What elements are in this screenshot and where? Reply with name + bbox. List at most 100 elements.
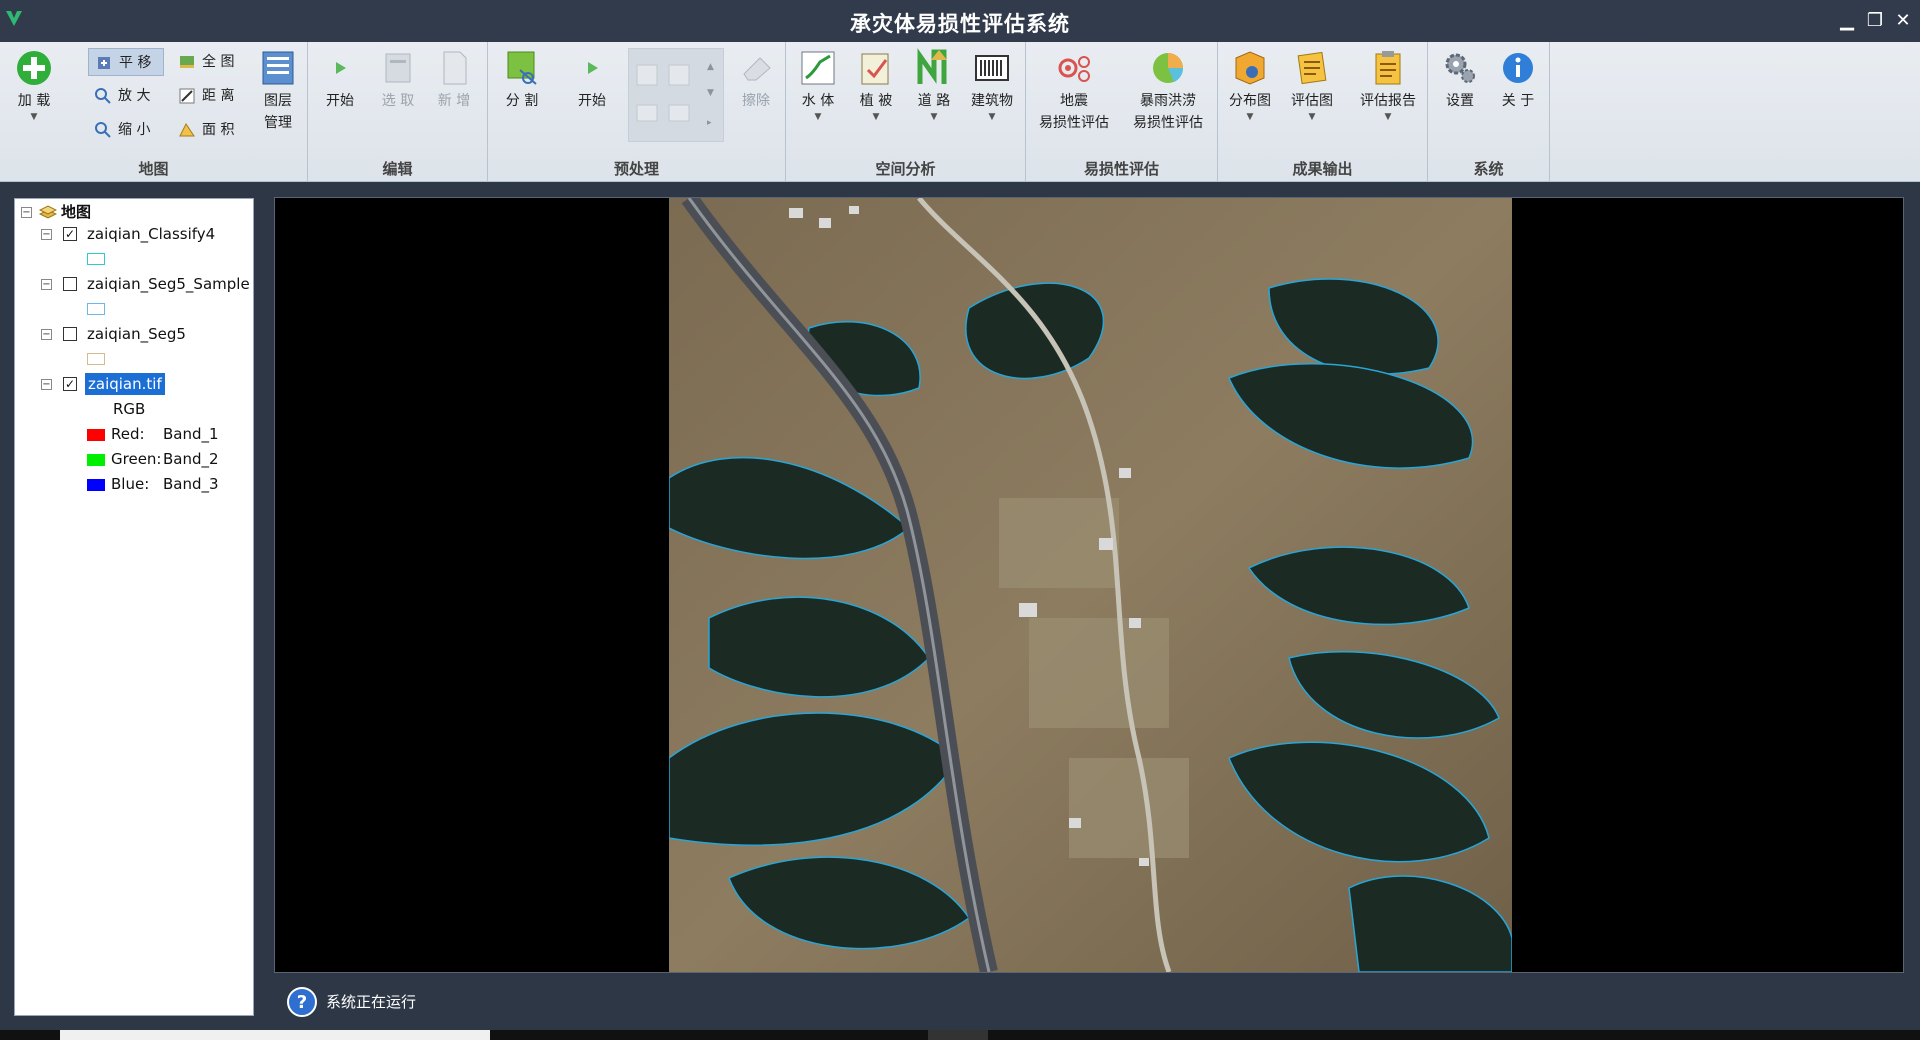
flood-vulnerability-button[interactable]: 暴雨洪涝 易损性评估 — [1128, 48, 1208, 134]
edit-start-button[interactable]: 开始 — [312, 48, 368, 112]
water-chart-icon — [801, 51, 835, 85]
collapse-icon[interactable]: − — [41, 329, 52, 340]
chevron-down-icon: ▼ — [872, 112, 880, 122]
layer-manager-button[interactable]: 图层 管理 — [250, 48, 306, 134]
evaluation-report-button[interactable]: 评估报告 ▼ — [1352, 48, 1424, 122]
restore-button[interactable]: ❐ — [1864, 10, 1886, 32]
settings-button[interactable]: 设置 — [1432, 48, 1488, 112]
band-name: Band_2 — [163, 450, 219, 468]
building-label: 建筑物 — [971, 93, 1013, 109]
preprocess-start-button[interactable]: 开始 — [564, 48, 620, 112]
group-label-preprocess: 预处理 — [613, 160, 659, 178]
taskbar-item[interactable] — [928, 1030, 988, 1040]
layer-name: zaiqian.tif — [85, 373, 165, 395]
distribution-map-button[interactable]: 分布图 ▼ — [1222, 48, 1278, 122]
layer-visibility-checkbox[interactable]: ✓ — [63, 227, 77, 241]
layer-symbol-swatch[interactable] — [87, 253, 105, 265]
zoom-in-label: 放 大 — [118, 88, 151, 104]
taskbar-item[interactable] — [60, 1030, 490, 1040]
close-button[interactable]: ✕ — [1892, 10, 1914, 32]
erase-button[interactable]: 擦除 — [728, 48, 784, 112]
layer-visibility-checkbox[interactable] — [63, 277, 77, 291]
collapse-icon[interactable]: − — [41, 229, 52, 240]
road-button[interactable]: 道 路 ▼ — [906, 48, 962, 122]
zoom-in-button[interactable]: 放 大 — [88, 82, 150, 110]
band-name: Band_1 — [163, 425, 219, 443]
info-icon — [1503, 53, 1533, 83]
layer-symbol-swatch[interactable] — [87, 303, 105, 315]
chevron-down-icon: ▼ — [814, 112, 822, 122]
select-button[interactable]: 选 取 — [370, 48, 426, 112]
layer-symbol-swatch[interactable] — [87, 353, 105, 365]
red-band-swatch[interactable] — [87, 429, 105, 441]
play-icon — [336, 62, 346, 74]
earthquake-label-2: 易损性评估 — [1039, 115, 1109, 131]
about-button[interactable]: 关 于 — [1490, 48, 1546, 112]
group-map: 加 载 ▼ 平 移 放 大 缩 小 全 图 距 离 面 积 图层 管理 地图 — [0, 42, 308, 182]
edit-start-label: 开始 — [326, 93, 354, 109]
minimize-button[interactable]: ▁ — [1836, 10, 1858, 32]
area-icon — [179, 123, 195, 137]
group-label-vulnerability: 易损性评估 — [1083, 160, 1159, 178]
pie-chart-icon — [1153, 53, 1184, 83]
layer-name: zaiqian_Classify4 — [87, 225, 216, 243]
taskbar — [0, 1030, 1920, 1040]
svg-text:▸: ▸ — [707, 118, 712, 128]
group-label-edit: 编辑 — [382, 160, 413, 178]
zoom-out-button[interactable]: 缩 小 — [88, 116, 150, 144]
collapse-icon[interactable]: − — [21, 207, 32, 218]
add-feature-button[interactable]: 新 增 — [426, 48, 482, 112]
svg-text:?: ? — [297, 992, 307, 1013]
green-band-swatch[interactable] — [87, 454, 105, 466]
title-bar: 承灾体易损性评估系统 ▁ ❐ ✕ — [0, 0, 1920, 42]
distribution-map-label: 分布图 — [1229, 93, 1271, 109]
pan-button[interactable]: 平 移 — [88, 48, 164, 76]
select-label: 选 取 — [381, 93, 415, 109]
segment-icon — [507, 51, 537, 85]
clipboard-icon — [1375, 51, 1401, 85]
distance-button[interactable]: 距 离 — [172, 82, 234, 110]
group-edit: 开始 选 取 新 增 编辑 — [308, 42, 488, 182]
evaluation-map-button[interactable]: 评估图 ▼ — [1284, 48, 1340, 122]
water-button[interactable]: 水 体 ▼ — [790, 48, 846, 122]
earthquake-vulnerability-button[interactable]: 地震 易损性评估 — [1034, 48, 1114, 134]
segment-button[interactable]: 分 割 — [494, 48, 550, 112]
layer-visibility-checkbox[interactable]: ✓ — [63, 377, 77, 391]
flood-label-2: 易损性评估 — [1133, 115, 1203, 131]
layer-item[interactable]: − zaiqian_Seg5_Sample — [41, 273, 251, 295]
vegetation-button[interactable]: 植 被 ▼ — [848, 48, 904, 122]
chevron-down-icon: ▼ — [30, 112, 38, 122]
evaluation-map-label: 评估图 — [1291, 93, 1333, 109]
gear-icon — [1445, 53, 1475, 83]
preprocess-start-label: 开始 — [578, 93, 606, 109]
collapse-icon[interactable]: − — [41, 279, 52, 290]
layer-item[interactable]: − zaiqian_Seg5 — [41, 323, 251, 345]
layer-manager-icon — [262, 51, 294, 85]
band-label: Green: — [111, 450, 162, 468]
erase-label: 擦除 — [742, 93, 770, 109]
layer-visibility-checkbox[interactable] — [63, 327, 77, 341]
area-button[interactable]: 面 积 — [172, 116, 234, 144]
help-icon[interactable]: ? — [286, 986, 318, 1018]
satellite-image[interactable] — [669, 198, 1512, 972]
settings-label: 设置 — [1446, 93, 1474, 109]
eraser-icon — [743, 57, 771, 81]
layer-tree-panel: − 地图 − ✓ zaiqian_Classify4 − zaiqian_Seg… — [14, 198, 254, 1016]
svg-text:▲: ▲ — [707, 62, 714, 72]
group-system: 设置 关 于 系统 — [1428, 42, 1550, 182]
preprocess-gallery[interactable]: ▲ ▼ ▸ — [628, 48, 724, 142]
building-button[interactable]: 建筑物 ▼ — [964, 48, 1020, 122]
collapse-icon[interactable]: − — [41, 379, 52, 390]
group-vulnerability: 地震 易损性评估 暴雨洪涝 易损性评估 易损性评估 — [1026, 42, 1218, 182]
layer-item-selected[interactable]: − ✓ zaiqian.tif — [41, 373, 251, 395]
building-icon — [975, 55, 1009, 81]
full-extent-button[interactable]: 全 图 — [172, 48, 234, 76]
evaluation-map-icon — [1297, 51, 1327, 85]
layer-manager-label-1: 图层 — [264, 93, 292, 109]
status-bar: ? 系统正在运行 — [274, 980, 1904, 1024]
group-label-spatial: 空间分析 — [875, 160, 936, 178]
blue-band-swatch[interactable] — [87, 479, 105, 491]
map-canvas[interactable] — [274, 197, 1904, 973]
layer-item[interactable]: − ✓ zaiqian_Classify4 — [41, 223, 251, 245]
load-button[interactable]: 加 载 ▼ — [6, 48, 62, 122]
